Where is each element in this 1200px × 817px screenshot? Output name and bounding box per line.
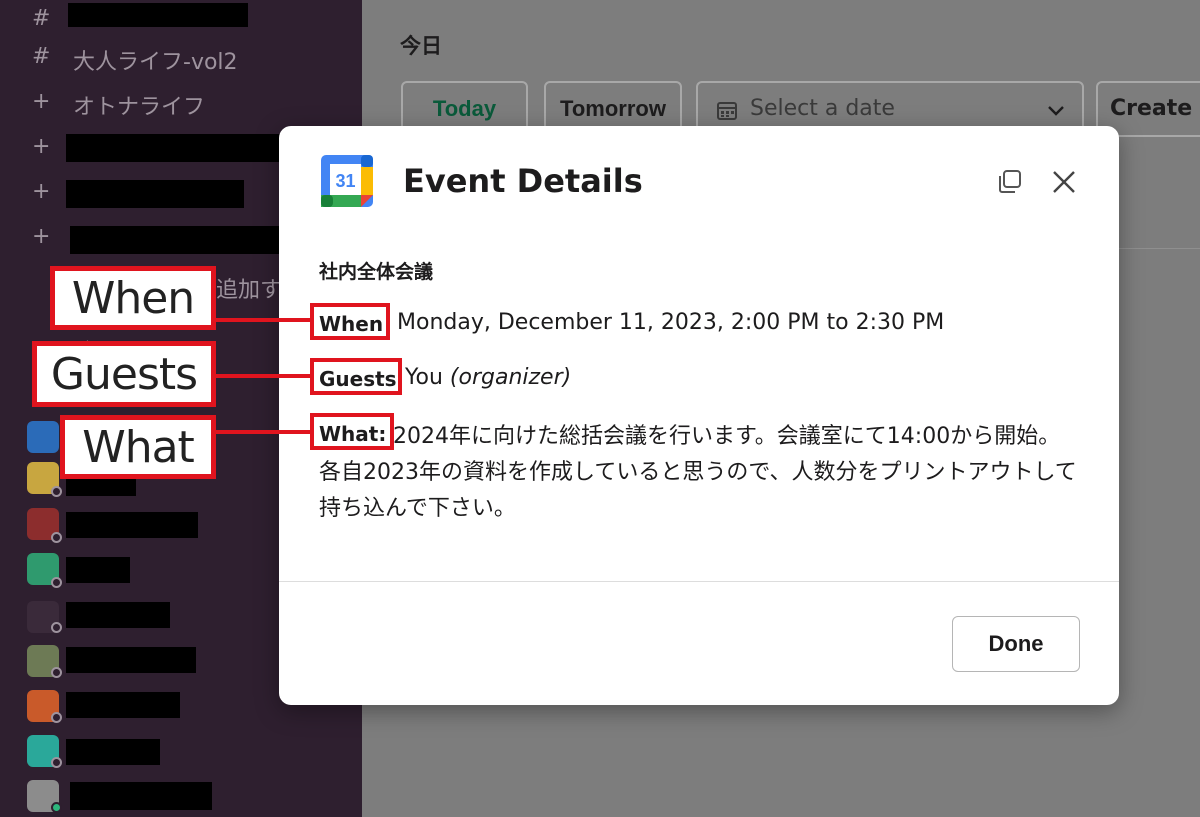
redacted-name (66, 692, 180, 718)
sidebar-channel-redacted-1[interactable]: # (0, 0, 362, 40)
presence-indicator (51, 622, 62, 633)
page-title: 今日 (400, 34, 442, 58)
google-calendar-icon: 31 (321, 155, 373, 207)
connector-when (214, 318, 310, 322)
channel-label: 大人ライフ-vol2 (73, 50, 238, 75)
presence-indicator (51, 577, 62, 588)
presence-indicator (51, 802, 62, 813)
add-channel-partial-text[interactable]: 追加す (216, 272, 282, 304)
callout-what: What (60, 415, 216, 479)
plus-icon: + (32, 89, 51, 114)
calendar-logo-text: 31 (335, 171, 355, 191)
presence-indicator (51, 712, 62, 723)
what-line: 各自2023年の資料を作成していると思うので、人数分をプリントアウトして持ち込ん… (319, 460, 1077, 521)
redacted-label (66, 134, 282, 162)
callout-guests: Guests (32, 341, 216, 407)
redacted-name (66, 739, 160, 765)
avatar[interactable] (27, 421, 59, 453)
plus-icon: + (32, 134, 51, 159)
redacted-name (66, 647, 196, 673)
redacted-name (66, 512, 198, 538)
date-select-placeholder: Select a date (750, 96, 895, 121)
callout-when: When (50, 266, 216, 330)
redacted-name (66, 602, 170, 628)
presence-indicator (51, 532, 62, 543)
event-details-modal: 31 Event Details 社内全体会議 When Monday, Dec… (279, 126, 1119, 705)
highlight-guests (310, 358, 402, 395)
redacted-name (70, 782, 212, 810)
guest-role: (organizer) (449, 365, 572, 390)
highlight-when (310, 303, 390, 340)
done-button[interactable]: Done (952, 616, 1080, 672)
channel-label: オトナライフ (73, 95, 206, 120)
presence-indicator (51, 757, 62, 768)
redacted-label (66, 180, 244, 208)
sidebar-channel-vol2[interactable]: # 大人ライフ-vol2 (0, 38, 362, 78)
chevron-down-icon (1048, 106, 1064, 116)
calendar-icon (717, 102, 737, 120)
event-name: 社内全体会議 (319, 261, 434, 283)
when-value: Monday, December 11, 2023, 2:00 PM to 2:… (397, 310, 945, 335)
what-value: 2024年に向けた総括会議を行います。会議室にて14:00から開始。 各自202… (319, 419, 1079, 527)
connector-what (214, 430, 310, 434)
connector-guests (214, 374, 310, 378)
redacted-name (66, 557, 130, 583)
copy-icon[interactable] (995, 167, 1025, 197)
plus-icon: + (32, 224, 51, 249)
divider (279, 581, 1119, 582)
sidebar-channel-otonalife[interactable]: + オトナライフ (0, 83, 362, 123)
redacted-label (68, 3, 248, 27)
plus-icon: + (32, 179, 51, 204)
guest-name: You (405, 365, 443, 390)
presence-indicator (51, 486, 62, 497)
presence-indicator (51, 667, 62, 678)
hash-icon: # (32, 44, 51, 69)
modal-title: Event Details (403, 162, 643, 200)
close-icon[interactable] (1049, 167, 1079, 197)
hash-icon: # (32, 6, 51, 31)
highlight-what (310, 413, 394, 450)
redacted-label (70, 226, 282, 254)
guests-value: You (organizer) (405, 365, 571, 390)
what-line: 2024年に向けた総括会議を行います。会議室にて14:00から開始。 (393, 424, 1061, 449)
